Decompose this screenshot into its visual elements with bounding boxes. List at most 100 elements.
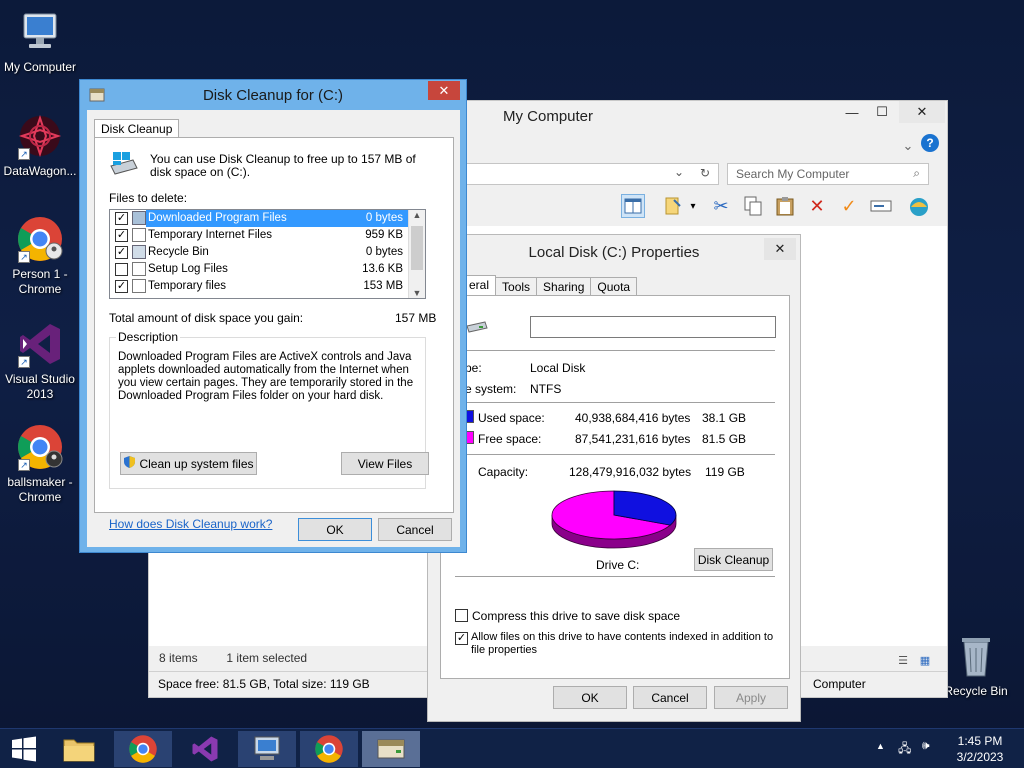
maximize-button[interactable]: ☐ (867, 101, 897, 123)
file-name: Downloaded Program Files (146, 212, 374, 224)
taskbar-disk-cleanup[interactable] (362, 731, 420, 767)
files-to-delete-label: Files to delete: (109, 191, 188, 205)
clean-up-system-files-button[interactable]: Clean up system files (120, 452, 257, 475)
chrome-icon: ↗ (16, 215, 64, 263)
shortcut-arrow-icon: ↗ (18, 251, 30, 263)
recycle-bin-icon (132, 245, 146, 259)
large-icons-view-icon[interactable]: ▦ (917, 649, 933, 671)
check-icon[interactable]: ✓ (837, 194, 861, 218)
shield-icon (123, 455, 136, 472)
scrollbar-thumb[interactable] (411, 226, 423, 270)
ok-button[interactable]: OK (298, 518, 372, 541)
disk-cleanup-button[interactable]: Disk Cleanup (694, 548, 773, 571)
address-bar[interactable]: ⌄ ↻ (449, 163, 719, 185)
list-item[interactable]: Setup Log Files 13.6 KB (110, 261, 425, 278)
rename-icon[interactable] (869, 194, 893, 218)
description-label: Description (116, 330, 181, 344)
explorer-title: My Computer (502, 107, 594, 125)
taskbar-chrome-2[interactable] (300, 731, 358, 767)
ok-button[interactable]: OK (553, 686, 627, 709)
list-item[interactable]: ✓ Temporary files 153 MB (110, 278, 425, 295)
desktop-icon-my-computer[interactable]: My Computer (0, 8, 80, 75)
taskbar-remote-desktop[interactable] (238, 731, 296, 767)
list-scrollbar[interactable]: ▲ ▼ (408, 210, 425, 298)
drive-icon (465, 318, 489, 339)
search-input[interactable]: Search My Computer ⌕ (727, 163, 929, 185)
show-hidden-icons[interactable]: ▲ (876, 741, 885, 751)
clock[interactable]: 1:45 PM 3/2/2023 (950, 733, 1010, 765)
dropdown-arrow-icon[interactable]: ▾ (687, 194, 699, 218)
disk-cleanup-icon (107, 150, 139, 183)
cut-icon[interactable]: ✂ (709, 194, 733, 218)
paste-icon[interactable] (773, 194, 797, 218)
used-space-gb: 38.1 GB (702, 411, 747, 425)
delete-icon[interactable]: ✕ (805, 194, 829, 218)
index-label: Allow files on this drive to have conten… (471, 631, 774, 656)
capacity-bytes: 128,479,916,032 bytes (569, 465, 692, 479)
index-checkbox[interactable]: ✓ (455, 632, 468, 645)
network-status-icon[interactable]: 🖧 (898, 739, 911, 760)
shortcut-arrow-icon: ↗ (18, 356, 30, 368)
properties-titlebar[interactable]: Local Disk (C:) Properties ✕ (428, 235, 800, 269)
desktop-icon-ballsmaker-chrome[interactable]: ↗ ballsmaker - Chrome (0, 423, 80, 505)
taskbar-chrome-1[interactable] (114, 731, 172, 767)
used-space-bytes: 40,938,684,416 bytes (575, 411, 691, 425)
close-button[interactable]: ✕ (764, 238, 796, 260)
properties-icon[interactable] (661, 194, 685, 218)
help-link[interactable]: How does Disk Cleanup work? (109, 517, 272, 531)
taskbar: ▲ 🖧 🕪 1:45 PM 3/2/2023 (0, 728, 1024, 768)
refresh-icon[interactable]: ↻ (700, 166, 710, 180)
monitor-icon (254, 736, 280, 760)
checkbox[interactable]: ✓ (115, 280, 128, 293)
type-value: Local Disk (530, 361, 586, 375)
chrome-icon (129, 735, 157, 763)
file-name: Temporary Internet Files (148, 229, 272, 241)
apply-button[interactable]: Apply (714, 686, 788, 709)
description-text: Downloaded Program Files are ActiveX con… (118, 351, 414, 402)
checkbox[interactable]: ✓ (115, 246, 128, 259)
checkbox[interactable]: ✓ (115, 229, 128, 242)
disk-cleanup-icon (377, 739, 405, 759)
files-to-delete-list[interactable]: ✓ Downloaded Program Files 0 bytes ✓ Tem… (109, 209, 426, 299)
file-name: Recycle Bin (148, 246, 209, 258)
tab-general[interactable]: eral (462, 275, 497, 296)
list-item[interactable]: ✓ Downloaded Program Files 0 bytes (110, 210, 425, 227)
close-button[interactable]: ✕ (428, 81, 460, 100)
details-view-icon[interactable]: ☰ (895, 649, 911, 671)
scroll-up-icon[interactable]: ▲ (409, 210, 425, 220)
checkbox[interactable]: ✓ (115, 212, 128, 225)
preview-pane-icon[interactable] (621, 194, 645, 218)
expand-ribbon-icon[interactable]: ⌄ (901, 135, 915, 157)
file-name: Setup Log Files (148, 263, 228, 275)
view-files-button[interactable]: View Files (341, 452, 429, 475)
compress-checkbox[interactable] (455, 609, 468, 622)
desktop-icon-label: ballsmaker - Chrome (7, 475, 73, 504)
network-icon[interactable] (907, 194, 931, 218)
scroll-down-icon[interactable]: ▼ (409, 288, 425, 298)
recycle-bin-icon (952, 632, 1000, 680)
start-button[interactable] (0, 731, 48, 767)
desktop-icon-datawagon[interactable]: ↗ DataWagon... (0, 112, 80, 179)
desktop-icon-person1-chrome[interactable]: ↗ Person 1 - Chrome (0, 215, 80, 297)
volume-icon[interactable]: 🕪 (922, 738, 930, 753)
help-icon[interactable]: ? (921, 134, 939, 152)
file-size: 0 bytes (365, 212, 403, 224)
taskbar-visual-studio[interactable] (176, 731, 234, 767)
taskbar-file-explorer[interactable] (50, 731, 108, 767)
copy-icon[interactable] (741, 194, 765, 218)
disk-cleanup-panel: You can use Disk Cleanup to free up to 1… (94, 137, 454, 531)
close-button[interactable]: ✕ (899, 101, 945, 123)
list-item[interactable]: ✓ Recycle Bin 0 bytes (110, 244, 425, 261)
desktop-icon-visual-studio[interactable]: ↗ Visual Studio 2013 (0, 320, 80, 402)
cancel-button[interactable]: Cancel (633, 686, 707, 709)
drive-name-field[interactable] (530, 316, 776, 338)
checkbox[interactable] (115, 263, 128, 276)
cancel-button[interactable]: Cancel (378, 518, 452, 541)
desktop-icon-recycle-bin[interactable]: Recycle Bin (936, 632, 1016, 699)
address-dropdown-icon[interactable]: ⌄ (674, 165, 684, 179)
minimize-button[interactable]: — (837, 101, 867, 123)
list-item[interactable]: ✓ Temporary Internet Files 959 KB (110, 227, 425, 244)
filesystem-label: e system: (465, 382, 517, 396)
cleanup-titlebar[interactable]: Disk Cleanup for (C:) ✕ (80, 80, 466, 110)
properties-title: Local Disk (C:) Properties (528, 243, 700, 261)
